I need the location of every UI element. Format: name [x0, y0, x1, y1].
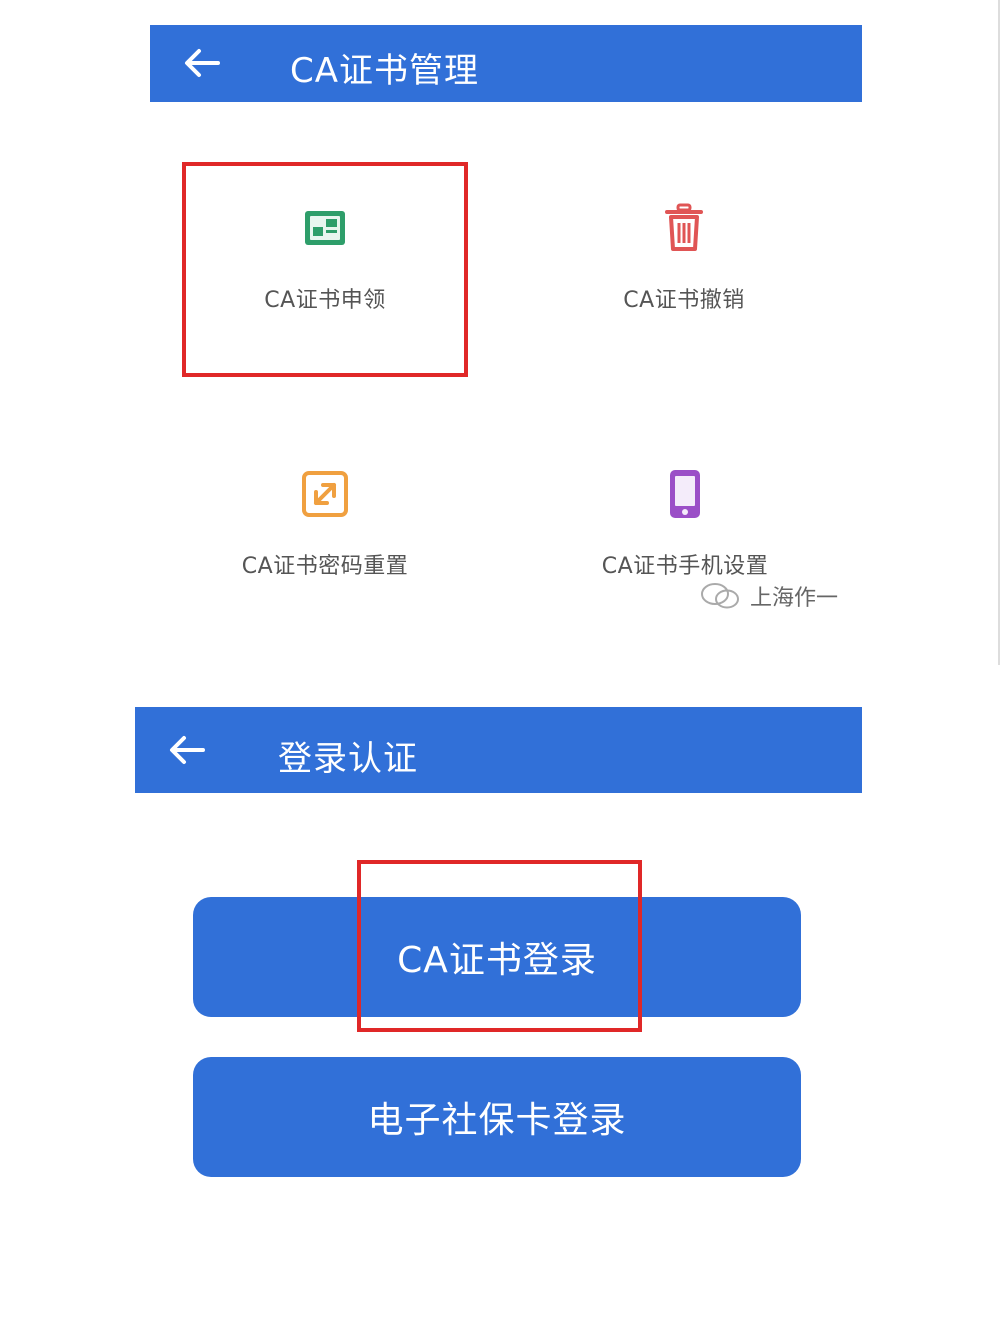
login-auth-title: 登录认证 — [278, 739, 418, 779]
ca-phone-setting-label: CA证书手机设置 — [601, 554, 769, 579]
ca-apply-label: CA证书申领 — [264, 288, 386, 313]
screenshot-page: CA证书管理 CA证书申领 CA证书撤销 CA证书密码重置 CA证书手机设置 上… — [0, 0, 1000, 1332]
author-name: 上海作一 — [750, 586, 839, 611]
wechat-icon — [701, 583, 739, 609]
ca-management-header: CA证书管理 — [150, 25, 862, 102]
trash-icon — [658, 200, 710, 256]
ca-revoke-label: CA证书撤销 — [623, 288, 745, 313]
ca-login-button[interactable]: CA证书登录 — [193, 897, 801, 1017]
phone-icon — [659, 466, 711, 522]
ca-password-reset-item[interactable]: CA证书密码重置 — [205, 466, 445, 580]
ca-apply-item[interactable]: CA证书申领 — [225, 200, 425, 314]
ca-management-back-button[interactable] — [172, 33, 232, 93]
password-reset-icon — [299, 466, 351, 522]
ca-phone-setting-item[interactable]: CA证书手机设置 — [565, 466, 805, 580]
login-auth-header: 登录认证 — [135, 707, 862, 793]
arrow-left-icon — [170, 736, 205, 764]
arrow-left-icon — [185, 49, 220, 77]
ca-revoke-item[interactable]: CA证书撤销 — [584, 200, 784, 314]
certificate-icon — [299, 200, 351, 256]
login-auth-back-button[interactable] — [157, 720, 217, 780]
author-watermark: 上海作一 — [700, 580, 838, 612]
social-card-login-button[interactable]: 电子社保卡登录 — [193, 1057, 801, 1177]
ca-password-reset-label: CA证书密码重置 — [241, 554, 409, 579]
ca-management-title: CA证书管理 — [290, 51, 479, 91]
